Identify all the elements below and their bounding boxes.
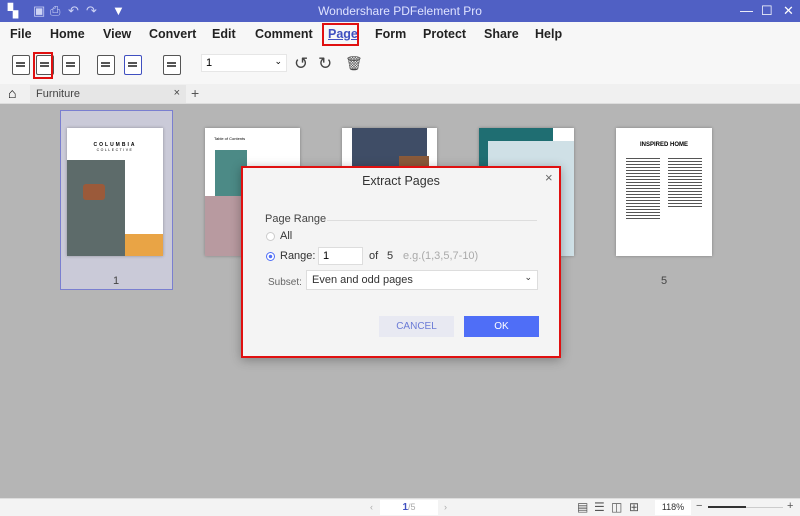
continuous-view-icon[interactable]: ☰ bbox=[594, 500, 605, 514]
page-2-title: Table of Contents bbox=[214, 136, 246, 141]
dialog-title: Extract Pages bbox=[362, 174, 440, 188]
rotate-left-icon[interactable]: ↺ bbox=[294, 54, 308, 74]
rotate-right-icon[interactable]: ↻ bbox=[318, 54, 332, 74]
chevron-down-icon: ⌄ bbox=[274, 56, 282, 66]
range-hint: e.g.(1,3,5,7-10) bbox=[403, 250, 479, 262]
status-bar: ‹ 1/5 › ▤ ☰ ◫ ⊞ 118% − + bbox=[0, 498, 800, 516]
page-labels-icon[interactable] bbox=[124, 55, 142, 75]
menu-view[interactable]: View bbox=[103, 27, 131, 41]
menu-comment[interactable]: Comment bbox=[255, 27, 313, 41]
maximize-icon[interactable]: ☐ bbox=[761, 3, 773, 19]
prev-page-button[interactable]: ‹ bbox=[370, 502, 373, 512]
insert-page-icon[interactable] bbox=[62, 55, 80, 75]
tab-furniture[interactable]: Furniture × bbox=[30, 85, 186, 103]
subset-value: Even and odd pages bbox=[312, 274, 413, 286]
two-page-view-icon[interactable]: ◫ bbox=[611, 500, 622, 514]
tab-bar: ⌂ Furniture × + bbox=[0, 84, 800, 104]
subset-select[interactable]: Even and odd pages ⌄ bbox=[306, 270, 538, 290]
app-title: Wondershare PDFelement Pro bbox=[318, 4, 482, 18]
divider bbox=[327, 220, 537, 221]
menu-home[interactable]: Home bbox=[50, 27, 85, 41]
minimize-icon[interactable]: — bbox=[740, 3, 753, 18]
subset-label: Subset: bbox=[268, 277, 302, 288]
radio-range[interactable] bbox=[266, 252, 275, 261]
radio-all[interactable] bbox=[266, 232, 275, 241]
text-column bbox=[626, 158, 660, 220]
total-pages: 5 bbox=[387, 250, 394, 262]
page-range-heading: Page Range bbox=[265, 213, 327, 225]
page-thumbnail-5[interactable]: INSPIRED HOME bbox=[616, 128, 712, 256]
add-tab-button[interactable]: + bbox=[191, 85, 199, 101]
page-label-5: 5 bbox=[660, 275, 668, 287]
total-pages-status: /5 bbox=[408, 502, 416, 512]
delete-page-icon[interactable]: 🗑 bbox=[345, 55, 363, 72]
menu-bar: File Home View Convert Edit Comment Page… bbox=[0, 22, 800, 46]
range-label: Range: bbox=[280, 250, 316, 262]
page-label-1: 1 bbox=[112, 275, 120, 287]
close-window-icon[interactable]: ✕ bbox=[783, 3, 794, 19]
chair-seat bbox=[83, 184, 105, 200]
zoom-slider[interactable] bbox=[708, 506, 783, 508]
two-page-continuous-icon[interactable]: ⊞ bbox=[629, 500, 639, 514]
chevron-down-icon: ⌄ bbox=[524, 272, 532, 282]
chair-image bbox=[67, 160, 125, 256]
dialog-close-icon[interactable]: × bbox=[545, 170, 553, 185]
range-input[interactable]: 1 bbox=[318, 247, 363, 265]
title-bar: ▚ ▣ ⎙ ↶ ↷ ▼ Wondershare PDFelement Pro —… bbox=[0, 0, 800, 22]
menu-share[interactable]: Share bbox=[484, 27, 519, 41]
cancel-button[interactable]: CANCEL bbox=[379, 316, 454, 337]
highlight-page-menu bbox=[322, 23, 359, 46]
page-toolbar: 1 ⌄ ↺ ↻ 🗑 bbox=[0, 46, 800, 84]
menu-protect[interactable]: Protect bbox=[423, 27, 466, 41]
ok-button[interactable]: OK bbox=[464, 316, 539, 337]
menu-convert[interactable]: Convert bbox=[149, 27, 196, 41]
page-select-value: 1 bbox=[206, 57, 213, 69]
pink-block bbox=[205, 196, 245, 256]
of-label: of bbox=[369, 250, 379, 262]
extract-pages-dialog: Extract Pages × Page Range All Range: 1 … bbox=[241, 166, 561, 358]
menu-help[interactable]: Help bbox=[535, 27, 562, 41]
page-boxes-icon[interactable] bbox=[163, 55, 181, 75]
highlight-extract-button bbox=[33, 52, 53, 79]
home-icon[interactable]: ⌂ bbox=[8, 85, 16, 101]
page-select[interactable]: 1 ⌄ bbox=[201, 54, 287, 72]
menu-edit[interactable]: Edit bbox=[212, 27, 236, 41]
zoom-out-button[interactable]: − bbox=[696, 500, 702, 512]
tab-label: Furniture bbox=[36, 88, 81, 100]
zoom-level[interactable]: 118% bbox=[655, 500, 691, 515]
all-label: All bbox=[280, 230, 293, 242]
next-page-button[interactable]: › bbox=[444, 502, 447, 512]
page-thumbnail-1[interactable]: COLUMBIA COLLECTIVE bbox=[67, 128, 163, 256]
menu-form[interactable]: Form bbox=[375, 27, 406, 41]
orange-block bbox=[125, 234, 163, 256]
page-1-subtitle: COLLECTIVE bbox=[96, 148, 134, 152]
split-page-icon[interactable] bbox=[97, 55, 115, 75]
tab-close-icon[interactable]: × bbox=[174, 87, 180, 99]
page-5-title: INSPIRED HOME bbox=[639, 142, 688, 148]
menu-file[interactable]: File bbox=[10, 27, 32, 41]
page-number-field[interactable]: 1/5 bbox=[380, 500, 438, 515]
replace-page-icon[interactable] bbox=[12, 55, 30, 75]
zoom-in-button[interactable]: + bbox=[787, 500, 793, 512]
single-page-view-icon[interactable]: ▤ bbox=[577, 500, 588, 514]
text-column bbox=[668, 158, 702, 208]
